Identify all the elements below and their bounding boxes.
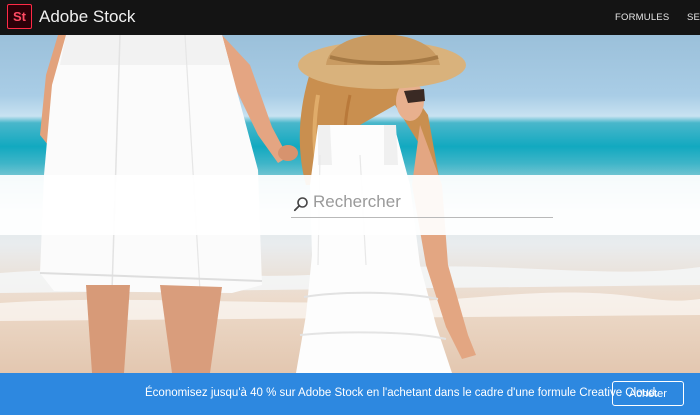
top-bar: St Adobe Stock FORMULES SE C: [0, 0, 700, 35]
promo-text: Économisez jusqu'à 40 % sur Adobe Stock …: [145, 387, 659, 399]
buy-button[interactable]: Acheter: [612, 381, 684, 406]
search-field[interactable]: [291, 188, 553, 218]
search-icon[interactable]: [293, 196, 309, 212]
adobe-stock-logo-icon[interactable]: St: [7, 4, 32, 29]
search-input[interactable]: [313, 188, 551, 216]
logo-text: St: [13, 9, 26, 24]
nav-formules[interactable]: FORMULES: [615, 12, 669, 23]
nav-se-connecter[interactable]: SE C: [687, 12, 700, 23]
brand-name[interactable]: Adobe Stock: [39, 7, 135, 27]
promo-banner: Économisez jusqu'à 40 % sur Adobe Stock …: [0, 373, 700, 415]
